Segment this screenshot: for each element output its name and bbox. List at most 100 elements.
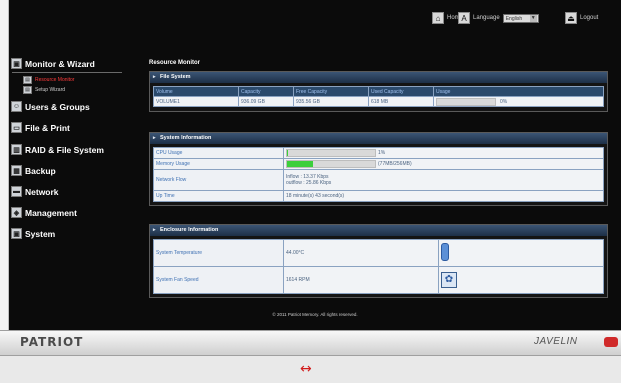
enclosure-information-header[interactable]: Enclosure Information <box>150 225 607 236</box>
backup-icon: ▦ <box>11 165 22 176</box>
sidebar-subitem-label: Resource Monitor <box>35 77 75 83</box>
file-system-table: Volume Capacity Free Capacity Used Capac… <box>153 86 604 107</box>
app-window: ⌂ Home A Language English ▼ ⏏ Logout ▣ M… <box>9 0 621 330</box>
resize-arrow-icon[interactable]: ↔ <box>300 361 312 377</box>
sidebar-item-label: File & Print <box>25 122 70 133</box>
language-selector[interactable]: A Language English ▼ <box>458 12 539 24</box>
sidebar-item-raid-file-system[interactable]: ▥ RAID & File System <box>11 144 104 155</box>
cpu-usage-label: CPU Usage <box>153 147 284 159</box>
raid-icon: ▥ <box>11 144 22 155</box>
page-title: Resource Monitor <box>149 60 201 66</box>
patriot-logo: PATRIOT <box>20 335 84 349</box>
thermometer-icon <box>441 243 449 261</box>
setup-wizard-icon: ▤ <box>23 86 32 94</box>
system-information-panel: System Information CPU Usage 1% <box>149 132 608 206</box>
users-icon: ☺ <box>11 101 22 112</box>
sidebar-item-network[interactable]: ▬ Network <box>11 186 59 197</box>
sidebar-item-file-print[interactable]: ▭ File & Print <box>11 122 70 133</box>
fan-cell: ✿ <box>438 266 604 294</box>
sidebar-item-backup[interactable]: ▦ Backup <box>11 165 56 176</box>
home-icon: ⌂ <box>432 12 444 24</box>
fan-icon: ✿ <box>441 272 457 288</box>
system-fan-speed-value: 1614 RPM <box>283 266 439 294</box>
chevron-down-icon: ▼ <box>529 14 537 22</box>
sidebar-item-management[interactable]: ◈ Management <box>11 207 77 218</box>
memory-usage-bar <box>286 160 376 168</box>
network-icon: ▬ <box>11 186 22 197</box>
logout-label: Logout <box>580 15 599 21</box>
sidebar-subitem-label: Setup Wizard <box>35 87 66 93</box>
bottom-strip: ↔ <box>0 355 621 383</box>
memory-usage-cell: (77MB/256MB) <box>283 158 604 170</box>
column-header: Volume <box>153 86 239 97</box>
top-bar: ⌂ Home A Language English ▼ ⏏ Logout <box>9 12 621 28</box>
system-icon: ▣ <box>11 228 22 239</box>
table-row: System Temperature 44.00°C <box>153 239 604 267</box>
column-header: Used Capacity <box>368 86 434 97</box>
enclosure-information-table: System Temperature 44.00°C System Fan Sp… <box>153 239 604 294</box>
capacity-cell: 936.09 GB <box>238 96 294 107</box>
table-row: Up Time 18 minute(s) 43 second(s) <box>153 190 604 202</box>
usage-cell: 0% <box>433 96 604 107</box>
system-temperature-value: 44.00°C <box>283 239 439 267</box>
free-capacity-cell: 935.56 GB <box>293 96 369 107</box>
table-row: VOLUME1 936.09 GB 935.56 GB 618 MB 0% <box>153 96 604 107</box>
sidebar-item-users-groups[interactable]: ☺ Users & Groups <box>11 101 90 112</box>
sidebar-divider <box>12 72 122 73</box>
left-border <box>0 0 9 330</box>
usage-bar <box>436 97 496 106</box>
volume-cell: VOLUME1 <box>153 96 239 107</box>
javelin-logo: JAVELIN <box>534 336 578 347</box>
network-flow-label: Network Flow <box>153 169 284 191</box>
thermometer-cell <box>438 239 604 267</box>
language-value: English <box>505 15 523 22</box>
network-outflow: outflow : 25.86 Kbps <box>286 180 332 186</box>
usage-text: 0% <box>500 98 508 105</box>
sidebar-item-label: Monitor & Wizard <box>25 58 95 69</box>
enclosure-information-panel: Enclosure Information System Temperature… <box>149 224 608 298</box>
sidebar-item-label: Users & Groups <box>25 101 90 112</box>
system-information-header[interactable]: System Information <box>150 133 607 144</box>
memory-usage-bar-fill <box>287 161 314 167</box>
system-temperature-label: System Temperature <box>153 239 284 267</box>
printer-icon: ▭ <box>11 122 22 133</box>
file-system-panel: File System Volume Capacity Free Capacit… <box>149 71 608 112</box>
uptime-value: 18 minute(s) 43 second(s) <box>283 190 604 202</box>
logout-icon: ⏏ <box>565 12 577 24</box>
cpu-usage-cell: 1% <box>283 147 604 159</box>
language-dropdown[interactable]: English ▼ <box>502 13 539 23</box>
sidebar-item-label: Management <box>25 207 77 218</box>
column-header: Free Capacity <box>293 86 369 97</box>
sidebar-subitem-resource-monitor[interactable]: ▤ Resource Monitor <box>23 76 74 84</box>
table-row: System Fan Speed 1614 RPM ✿ <box>153 266 604 294</box>
table-header-row: Volume Capacity Free Capacity Used Capac… <box>153 86 604 97</box>
sidebar-item-label: Network <box>25 186 59 197</box>
sidebar-item-label: Backup <box>25 165 56 176</box>
sidebar-item-label: RAID & File System <box>25 144 104 155</box>
cpu-usage-bar <box>286 149 376 157</box>
language-label: Language <box>473 15 500 21</box>
memory-usage-value: (77MB/256MB) <box>378 161 412 167</box>
sidebar-item-monitor-wizard[interactable]: ▣ Monitor & Wizard <box>11 58 95 69</box>
javelin-badge-icon <box>604 337 618 347</box>
sidebar-item-system[interactable]: ▣ System <box>11 228 55 239</box>
copyright-text: © 2011 Patriot Memory. All rights reserv… <box>272 312 358 317</box>
cpu-usage-value: 1% <box>378 150 386 156</box>
brand-bar: PATRIOT JAVELIN <box>0 330 621 356</box>
page-frame: ⌂ Home A Language English ▼ ⏏ Logout ▣ M… <box>0 0 621 383</box>
file-system-header[interactable]: File System <box>150 72 607 83</box>
table-row: Memory Usage (77MB/256MB) <box>153 158 604 170</box>
sidebar-subitem-setup-wizard[interactable]: ▤ Setup Wizard <box>23 86 65 94</box>
used-capacity-cell: 618 MB <box>368 96 434 107</box>
management-icon: ◈ <box>11 207 22 218</box>
column-header: Capacity <box>238 86 294 97</box>
table-row: CPU Usage 1% <box>153 147 604 159</box>
logout-link[interactable]: ⏏ Logout <box>565 12 598 24</box>
column-header: Usage <box>433 86 604 97</box>
system-information-table: CPU Usage 1% Memory Usage (77MB/256MB) N… <box>153 147 604 202</box>
memory-usage-label: Memory Usage <box>153 158 284 170</box>
language-icon: A <box>458 12 470 24</box>
network-flow-cell: Inflow : 13.37 Kbps outflow : 25.86 Kbps <box>283 169 604 191</box>
sidebar-item-label: System <box>25 228 56 239</box>
uptime-label: Up Time <box>153 190 284 202</box>
